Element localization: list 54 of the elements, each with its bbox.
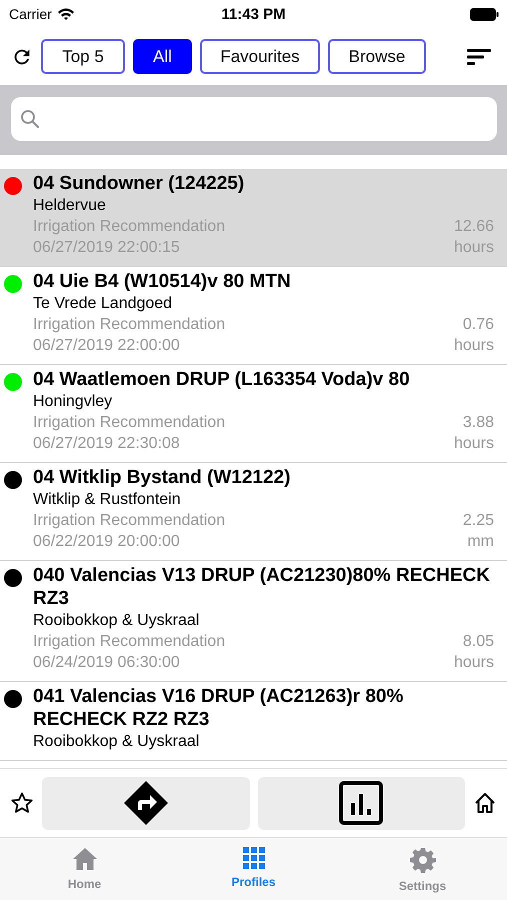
filter-button[interactable]: Favourites [200, 39, 320, 74]
sort-icon[interactable] [467, 48, 491, 64]
filter-button[interactable]: Browse [328, 39, 426, 74]
recommendation-value: 2.25 [462, 511, 494, 531]
unit-label: mm [467, 532, 494, 552]
timestamp: 06/24/2019 06:30:00 [33, 653, 180, 673]
recommendation-value: 3.88 [462, 413, 494, 433]
farm-name: Heldervue [33, 196, 107, 216]
filter-button[interactable]: Top 5 [41, 39, 125, 74]
recommendation-label: Irrigation Recommendation [33, 413, 226, 433]
search-field[interactable] [11, 97, 497, 141]
tab-item[interactable]: Profiles [169, 838, 338, 900]
home-icon [72, 847, 98, 871]
recommendation-value: 8.05 [462, 632, 494, 652]
timestamp: 06/22/2019 20:00:00 [33, 532, 180, 552]
recommendation-label: Irrigation Recommendation [33, 632, 226, 652]
profile-title: 04 Uie B4 (W10514)v 80 MTN [33, 270, 292, 293]
recommendation-value: 12.66 [454, 217, 494, 237]
filter-button[interactable]: All [133, 39, 192, 74]
carrier-label: Carrier [9, 6, 52, 22]
profile-title: 04 Sundowner (124225) [33, 172, 246, 195]
recommendation-label: Irrigation Recommendation [33, 217, 226, 237]
bar-chart-icon [339, 781, 384, 825]
favourite-star-icon[interactable] [10, 791, 34, 815]
grid-icon [242, 847, 264, 869]
farm-name: Honingvley [33, 392, 114, 412]
turn-right-icon [122, 780, 169, 826]
farm-name: Rooibokkop & Uyskraal [33, 732, 200, 752]
timestamp: 06/27/2019 22:00:15 [33, 238, 180, 258]
timestamp: 06/27/2019 22:30:08 [33, 434, 180, 454]
home-icon[interactable] [473, 791, 497, 815]
search-icon [20, 109, 40, 129]
recommendation-value: 0.76 [462, 315, 494, 335]
status-time: 11:43 PM [221, 6, 286, 22]
chart-button[interactable] [258, 776, 465, 830]
battery-icon [470, 8, 499, 20]
unit-label: hours [454, 653, 494, 673]
recommendation-label: Irrigation Recommendation [33, 511, 226, 531]
recommendation-label: Irrigation Recommendation [33, 315, 226, 335]
wifi-icon [56, 7, 75, 21]
farm-name: Rooibokkop & Uyskraal [33, 611, 200, 631]
profile-title: 041 Valencias V16 DRUP (AC21263)r 80% RECHECK RZ2 RZ3 [33, 685, 404, 731]
farm-name: Witklip & Rustfontein [33, 490, 182, 510]
profile-title: 040 Valencias V13 DRUP (AC21230)80% RECHECK RZ3 [33, 564, 491, 610]
profile-title: 04 Witklip Bystand (W12122) [33, 466, 292, 489]
unit-label: hours [454, 434, 494, 454]
unit-label: hours [454, 336, 494, 356]
profile-row[interactable]: 04 Sundowner (124225) Heldervue Irrigation Recommendation 12.66 06/27/2019 22:00:15 hours [0, 169, 507, 267]
timestamp: 06/27/2019 22:00:00 [33, 336, 180, 356]
directions-button[interactable] [42, 776, 250, 830]
profile-title: 04 Waatlemoen DRUP (L163354 Voda)v 80 [33, 368, 411, 391]
unit-label: hours [454, 238, 494, 258]
settings-icon [410, 847, 436, 873]
farm-name: Te Vrede Landgoed [33, 294, 174, 314]
